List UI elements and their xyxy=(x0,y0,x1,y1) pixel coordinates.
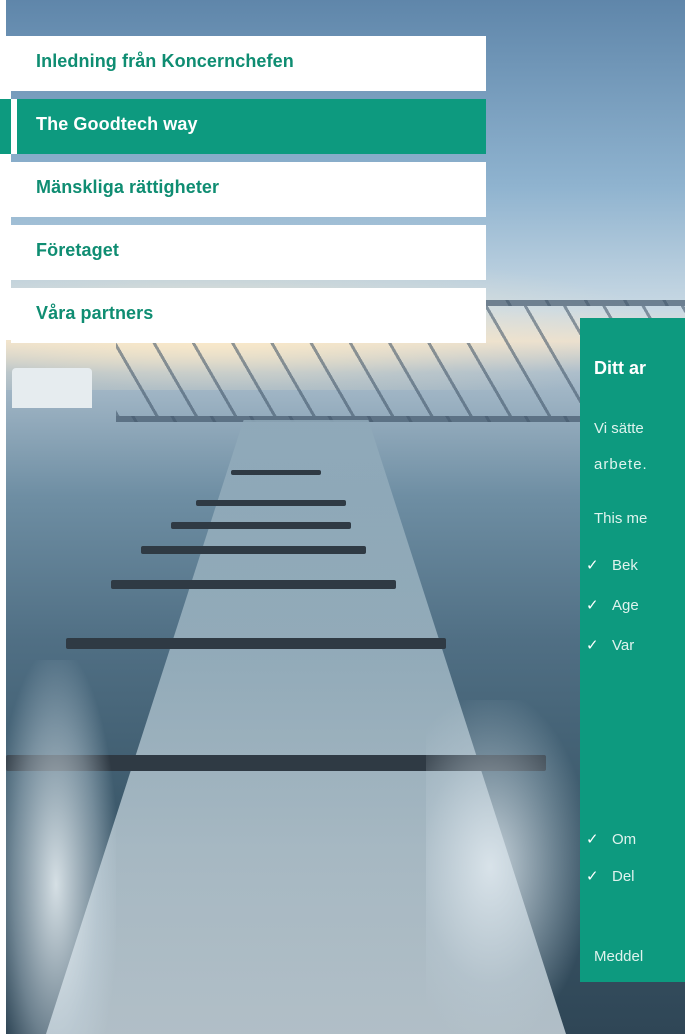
storage-tank xyxy=(12,368,92,408)
check-icon: ✓ xyxy=(586,557,599,574)
checklist-text: Var xyxy=(612,637,635,654)
check-icon: ✓ xyxy=(586,597,599,614)
check-icon: ✓ xyxy=(586,637,599,654)
checklist-text: Del xyxy=(612,868,635,885)
channel-crossbar xyxy=(231,470,321,475)
nav-item-label: Våra partners xyxy=(36,303,154,323)
check-icon: ✓ xyxy=(586,868,599,885)
checklist-text: Age xyxy=(612,597,639,614)
nav-item-goodtech-way[interactable]: The Goodtech way xyxy=(11,99,486,154)
panel-title: Ditt ar xyxy=(594,358,647,378)
panel-footer-text: Meddel xyxy=(594,948,644,965)
checklist-text: Om xyxy=(612,831,637,848)
channel-crossbar xyxy=(196,500,346,506)
nav-item-vara-partners[interactable]: Våra partners xyxy=(11,288,486,343)
channel-crossbar xyxy=(111,580,396,589)
checklist-item: ✓ Var xyxy=(586,636,634,654)
checklist-item: ✓ Del xyxy=(586,867,635,885)
nav-item-label: Mänskliga rättigheter xyxy=(36,177,220,197)
water-spray-right xyxy=(426,700,586,1034)
checklist-text: Bek xyxy=(612,557,638,574)
nav-item-label: Företaget xyxy=(36,240,119,260)
content-panel: Ditt ar Vi sätte arbete. This me ✓ Bek ✓ A… xyxy=(580,318,685,982)
panel-paragraph: Vi sätte xyxy=(594,420,644,437)
channel-crossbar xyxy=(141,546,366,554)
checklist-item: ✓ Bek xyxy=(586,556,638,574)
check-icon: ✓ xyxy=(586,831,599,848)
nav-item-label: The Goodtech way xyxy=(36,114,198,134)
water-spray-left xyxy=(6,660,116,1034)
channel-crossbar xyxy=(66,638,446,649)
section-navigation: Inledning från Koncernchefen The Goodtec… xyxy=(11,36,486,351)
active-indicator xyxy=(0,99,11,154)
nav-item-inledning[interactable]: Inledning från Koncernchefen xyxy=(11,36,486,91)
checklist-item: ✓ Om xyxy=(586,830,636,848)
panel-paragraph: arbete. xyxy=(594,456,648,473)
nav-item-manskliga-rattigheter[interactable]: Mänskliga rättigheter xyxy=(11,162,486,217)
nav-item-label: Inledning från Koncernchefen xyxy=(36,51,294,71)
channel-crossbar xyxy=(171,522,351,529)
nav-item-foretaget[interactable]: Företaget xyxy=(11,225,486,280)
collapsed-sidebar-edge xyxy=(0,36,11,340)
panel-paragraph: This me xyxy=(594,510,648,527)
checklist-item: ✓ Age xyxy=(586,596,639,614)
